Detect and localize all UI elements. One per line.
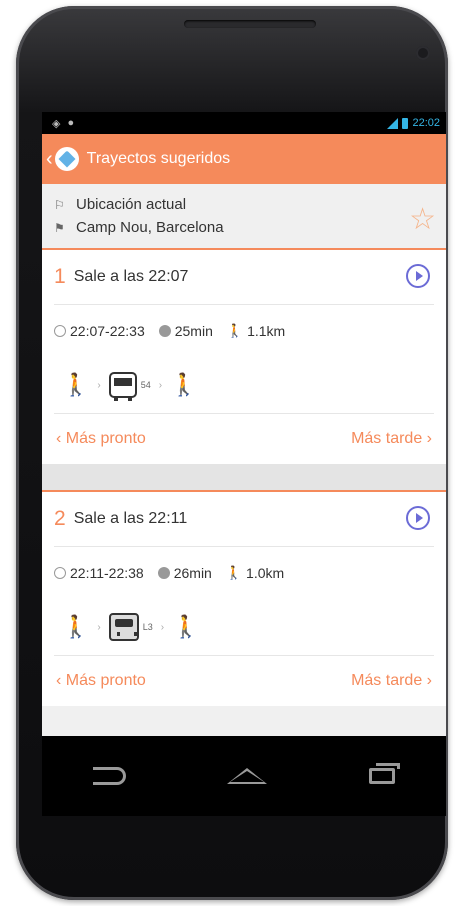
app-logo-icon[interactable]	[54, 147, 79, 171]
earlier-button[interactable]: ‹ Más pronto	[56, 430, 146, 448]
line-label: 54	[140, 380, 151, 390]
metro-icon	[108, 613, 139, 641]
signal-icon	[387, 117, 399, 129]
start-trip-button[interactable]	[406, 264, 430, 288]
earlier-label: Más pronto	[65, 430, 146, 447]
duration-item: 26min	[157, 565, 212, 581]
trip-modes-row: 🚶 › 54 › 🚶	[42, 357, 446, 413]
status-icons-right: 22:02	[387, 117, 440, 129]
nav-recent-apps-icon[interactable]	[369, 763, 401, 784]
walk-icon: 🚶	[172, 614, 200, 639]
route-destination-row: ⚑ Camp Nou, Barcelona	[54, 219, 434, 236]
time-range: 22:07-22:33	[70, 323, 145, 339]
origin-flag-icon: ⚐	[54, 197, 65, 212]
later-button[interactable]: Más tarde ›	[351, 672, 432, 690]
back-chevron-icon[interactable]: ‹	[46, 148, 53, 171]
start-trip-button[interactable]	[406, 506, 430, 530]
arrow-icon: ›	[97, 621, 101, 633]
time-range: 22:11-22:38	[70, 565, 144, 581]
bus-icon	[108, 372, 137, 401]
walk-distance-item: 🚶 1.1km	[227, 323, 285, 339]
walk-icon: 🚶	[170, 372, 198, 397]
card-gap	[42, 464, 446, 492]
trip-modes-row: 🚶 › L3 › 🚶	[42, 599, 446, 655]
walk-icon: 🚶	[62, 614, 90, 639]
location-icon: ●	[67, 116, 75, 129]
android-nav-bar	[42, 736, 446, 816]
duration-item: 25min	[158, 323, 213, 339]
trip-number: 1	[54, 265, 66, 288]
duration-icon	[158, 325, 171, 337]
route-destination: Camp Nou, Barcelona	[76, 219, 224, 236]
line-label: L3	[142, 622, 153, 632]
play-icon	[415, 513, 423, 523]
walk-distance-item: 🚶 1.0km	[226, 565, 284, 581]
battery-icon	[402, 117, 409, 129]
earlier-button[interactable]: ‹ Más pronto	[56, 672, 146, 690]
notification-icon: ◈	[52, 117, 61, 130]
time-range-item: 22:11-22:38	[54, 565, 144, 581]
phone-speaker	[184, 20, 316, 28]
later-button[interactable]: Más tarde ›	[351, 430, 432, 448]
nav-home-icon[interactable]	[227, 768, 268, 784]
destination-flag-icon: ⚑	[54, 220, 65, 235]
status-bar: ◈ ● 22:02	[42, 112, 446, 134]
trip-number: 2	[54, 507, 66, 530]
trip-header: 1 Sale a las 22:07	[42, 250, 446, 304]
favorite-star-icon[interactable]: ☆	[409, 202, 436, 237]
phone-camera	[416, 46, 430, 60]
duration-icon	[157, 567, 170, 579]
play-icon	[415, 271, 423, 281]
walk-icon: 🚶	[62, 372, 90, 397]
clock-icon	[54, 325, 66, 337]
later-label: Más tarde	[351, 672, 423, 689]
trip-info-row: 22:07-22:33 25min 🚶 1.1km	[42, 305, 446, 357]
trip-header: 2 Sale a las 22:11	[42, 492, 446, 546]
arrow-icon: ›	[97, 379, 101, 391]
trip-title: Sale a las 22:07	[73, 268, 189, 285]
trip-title: Sale a las 22:11	[73, 510, 188, 527]
arrow-icon: ›	[158, 379, 163, 391]
walk-small-icon: 🚶	[226, 323, 244, 338]
status-icons-left: ◈ ●	[52, 117, 74, 130]
app-title: Trayectos sugeridos	[86, 150, 231, 167]
walk-small-icon: 🚶	[225, 565, 243, 580]
route-origin-row: ⚐ Ubicación actual	[54, 196, 434, 213]
route-summary: ⚐ Ubicación actual ⚑ Camp Nou, Barcelona…	[42, 184, 446, 250]
screen: ◈ ● 22:02 ‹ Trayectos sugeridos ⚐ Ubicac…	[42, 112, 446, 736]
duration: 26min	[173, 565, 212, 581]
nav-back-icon[interactable]	[92, 767, 126, 785]
earlier-label: Más pronto	[65, 672, 146, 689]
duration: 25min	[174, 323, 213, 339]
clock-icon	[54, 567, 66, 579]
trip-card-1[interactable]: 1 Sale a las 22:07 22:07-22:33 25min 🚶 1.…	[42, 250, 446, 464]
status-time: 22:02	[412, 117, 440, 129]
arrow-icon: ›	[160, 621, 165, 633]
walk-distance: 1.1km	[247, 323, 286, 339]
app-bar: ‹ Trayectos sugeridos	[42, 134, 446, 184]
trip-card-2[interactable]: 2 Sale a las 22:11 22:11-22:38 26min 🚶 1.…	[42, 492, 446, 706]
later-label: Más tarde	[351, 430, 423, 447]
time-range-item: 22:07-22:33	[54, 323, 145, 339]
trip-footer: ‹ Más pronto Más tarde ›	[42, 414, 446, 464]
trip-info-row: 22:11-22:38 26min 🚶 1.0km	[42, 547, 446, 599]
trip-footer: ‹ Más pronto Más tarde ›	[42, 656, 446, 706]
walk-distance: 1.0km	[246, 565, 285, 581]
route-origin: Ubicación actual	[76, 196, 187, 213]
